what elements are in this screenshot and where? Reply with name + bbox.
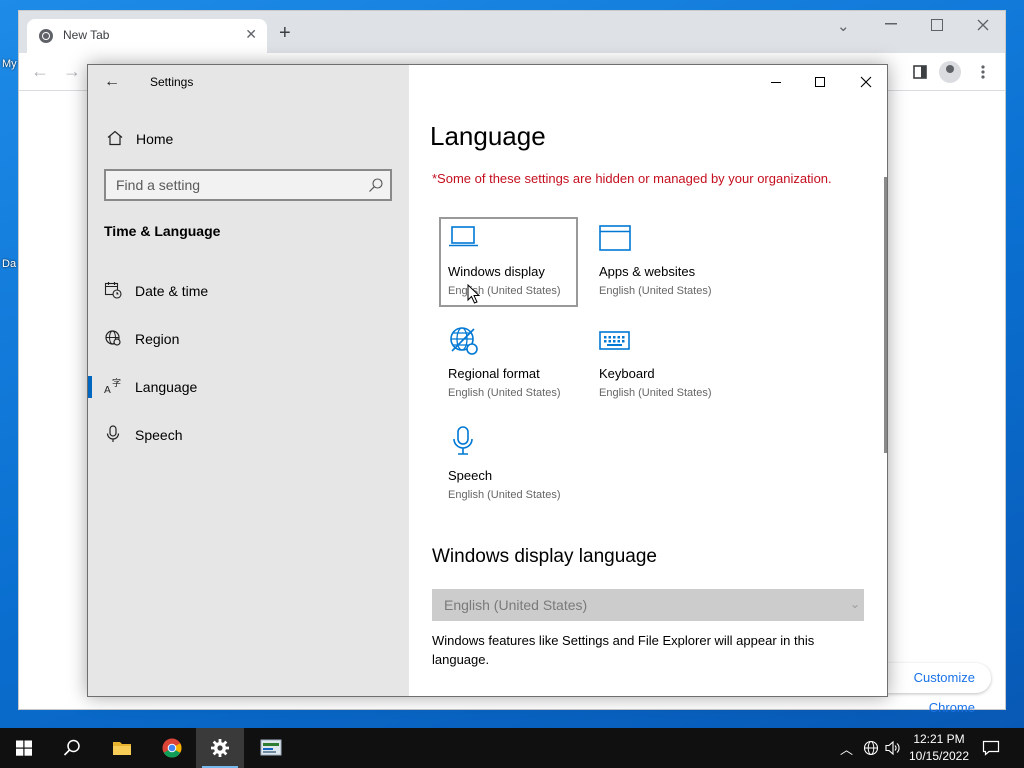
search-box[interactable] <box>104 169 392 201</box>
microphone-icon <box>106 425 120 442</box>
forward-arrow-icon[interactable]: → <box>63 61 81 82</box>
tile-name: Regional format <box>448 366 540 381</box>
regional-format-icon <box>450 327 478 355</box>
chrome-tab-new-tab[interactable]: New Tab ✕ <box>27 19 267 53</box>
desktop-icon-label[interactable]: My <box>2 58 17 70</box>
settings-taskbar-button[interactable] <box>196 728 244 768</box>
windows-logo-icon <box>16 740 32 756</box>
display-language-heading: Windows display language <box>432 546 657 567</box>
taskbar: ︿ 12:21 PM 10/15/2022 <box>0 728 1024 768</box>
section-title: Time & Language <box>104 223 221 239</box>
home-label: Home <box>136 131 174 147</box>
microphone-icon <box>453 426 473 455</box>
control-panel-button[interactable] <box>246 728 294 768</box>
display-language-description: Windows features like Settings and File … <box>432 633 815 667</box>
svg-text:字: 字 <box>112 377 121 389</box>
chrome-taskbar-button[interactable] <box>148 728 196 768</box>
mouse-cursor-icon <box>467 284 481 304</box>
search-icon <box>63 739 80 756</box>
search-input[interactable] <box>106 171 356 199</box>
tile-subtitle: English (United States) <box>448 285 561 297</box>
desktop-icon-label[interactable]: Da <box>2 258 16 270</box>
file-explorer-button[interactable] <box>98 728 146 768</box>
tile-apps-websites[interactable]: Apps & websites English (United States) <box>590 217 729 307</box>
control-panel-icon <box>260 739 282 756</box>
sidebar-item-speech[interactable]: Speech <box>88 415 409 455</box>
volume-icon[interactable] <box>885 739 901 757</box>
clock-date: 10/15/2022 <box>908 749 970 763</box>
back-arrow-icon[interactable]: ← <box>31 61 49 82</box>
display-language-value: English (United States) <box>444 597 588 613</box>
scrollbar[interactable] <box>884 177 887 453</box>
tile-name: Speech <box>448 468 493 483</box>
notification-center-icon[interactable] <box>982 739 1000 757</box>
chrome-tab-title: New Tab <box>63 28 110 42</box>
back-arrow-icon[interactable]: ← <box>104 73 120 91</box>
tile-subtitle: English (United States) <box>599 285 712 297</box>
side-panel-icon[interactable] <box>913 65 927 79</box>
chrome-minimize-icon[interactable] <box>885 23 897 25</box>
sidebar-item-region[interactable]: Region <box>88 319 409 359</box>
managed-settings-warning: *Some of these settings are hidden or ma… <box>432 171 832 186</box>
tile-subtitle: English (United States) <box>599 387 712 399</box>
home-icon <box>107 130 123 146</box>
sidebar-item-label: Region <box>135 331 180 347</box>
profile-avatar-icon[interactable] <box>939 61 961 83</box>
chevron-down-icon: ⌄ <box>849 597 860 611</box>
sidebar-item-label: Speech <box>135 427 183 443</box>
laptop-icon <box>449 226 478 247</box>
new-tab-button[interactable]: + <box>279 23 291 43</box>
tile-subtitle: English (United States) <box>448 387 561 399</box>
chrome-titlebar: New Tab ✕ + ⌄ <box>19 11 1005 53</box>
chrome-close-icon[interactable] <box>977 19 989 31</box>
settings-window: ← Settings Home Time & Language Date & t… <box>87 64 888 697</box>
tab-search-icon[interactable]: ⌄ <box>837 17 850 35</box>
globe-icon <box>105 330 121 346</box>
tile-name: Windows display <box>448 264 545 279</box>
network-globe-icon[interactable] <box>863 739 879 757</box>
search-icon <box>369 178 383 192</box>
tile-name: Keyboard <box>599 366 655 381</box>
settings-sidebar: ← Settings Home Time & Language Date & t… <box>88 65 409 696</box>
sidebar-item-language[interactable]: A字 Language <box>88 367 409 407</box>
calendar-clock-icon <box>104 282 122 299</box>
maximize-icon[interactable] <box>810 73 830 91</box>
window-title: Settings <box>150 75 194 89</box>
page-title: Language <box>430 121 546 151</box>
clock-time: 12:21 PM <box>913 732 965 746</box>
chrome-favicon-icon <box>39 29 53 43</box>
tile-speech[interactable]: Speech English (United States) <box>439 421 578 511</box>
close-tab-icon[interactable]: ✕ <box>245 26 257 43</box>
show-hidden-icons-chevron-up-icon[interactable]: ︿ <box>840 739 856 757</box>
start-button[interactable] <box>0 728 48 768</box>
folder-icon <box>113 742 131 755</box>
tile-regional-format[interactable]: Regional format English (United States) <box>439 319 578 409</box>
window-icon <box>599 225 631 251</box>
tile-keyboard[interactable]: Keyboard English (United States) <box>590 319 729 409</box>
chrome-maximize-icon[interactable] <box>931 19 943 31</box>
close-icon[interactable] <box>856 73 876 91</box>
tile-windows-display[interactable]: Windows display English (United States) <box>439 217 578 307</box>
active-indicator <box>88 376 92 398</box>
tile-subtitle: English (United States) <box>448 489 561 501</box>
svg-text:A: A <box>104 385 111 395</box>
search-button[interactable] <box>48 728 96 768</box>
sidebar-item-date-time[interactable]: Date & time <box>88 271 409 311</box>
gear-icon <box>211 739 229 757</box>
tile-name: Apps & websites <box>599 264 696 279</box>
system-clock[interactable]: 12:21 PM 10/15/2022 <box>906 731 972 765</box>
display-language-select[interactable]: English (United States) ⌄ <box>432 589 864 621</box>
minimize-icon[interactable] <box>766 73 786 91</box>
keyboard-icon <box>599 331 630 350</box>
sidebar-item-label: Language <box>135 379 198 395</box>
language-icon: A字 <box>104 377 121 395</box>
chrome-logo-icon <box>162 738 182 758</box>
menu-kebab-icon[interactable] <box>981 65 985 79</box>
settings-content: Language *Some of these settings are hid… <box>409 65 887 696</box>
sidebar-item-label: Date & time <box>135 283 209 299</box>
